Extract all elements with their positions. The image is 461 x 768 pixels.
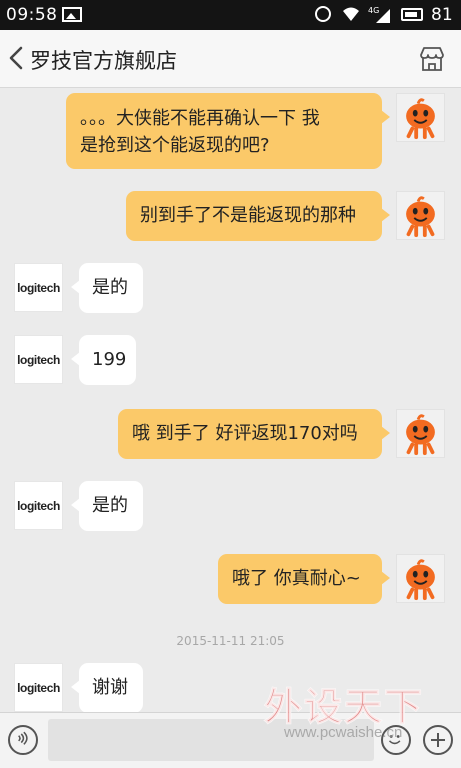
my-avatar[interactable] <box>396 409 445 458</box>
input-bar <box>0 712 461 768</box>
logitech-logo: logitech <box>17 498 60 513</box>
network-type: 4G <box>368 6 379 15</box>
message-text: 哦 到手了 好评返现170对吗 <box>132 423 358 444</box>
shop-avatar[interactable]: logitech <box>14 481 63 530</box>
battery-icon <box>401 8 423 21</box>
store-icon[interactable] <box>418 45 446 73</box>
signal-icon: 4G <box>368 6 390 23</box>
my-avatar[interactable] <box>396 93 445 142</box>
message-text: 。。。大侠能不能再确认一下 我 <box>80 108 320 129</box>
my-avatar[interactable] <box>396 191 445 240</box>
wifi-icon <box>343 7 359 21</box>
clock: 09:58 <box>6 5 58 25</box>
logitech-logo: logitech <box>17 280 60 295</box>
message-bubble[interactable]: 谢谢 <box>71 663 143 713</box>
message-bubble[interactable]: 。。。大侠能不能再确认一下 我 是抢到这个能返现的吧? <box>66 93 390 169</box>
message-timestamp: 2015-11-11 21:05 <box>176 634 285 648</box>
alarm-icon <box>315 6 331 22</box>
shop-avatar[interactable]: logitech <box>14 663 63 712</box>
message-text: 谢谢 <box>92 677 128 698</box>
voice-input-icon[interactable] <box>8 725 38 755</box>
message-text: 是的 <box>92 495 128 516</box>
message-text: 哦了 你真耐心~ <box>232 568 361 589</box>
message-bubble[interactable]: 是的 <box>71 263 143 313</box>
plus-icon[interactable] <box>423 725 453 755</box>
message-input[interactable] <box>48 719 374 761</box>
message-bubble[interactable]: 199 <box>71 335 136 385</box>
gallery-icon <box>62 7 82 22</box>
back-arrow-icon[interactable] <box>4 43 30 73</box>
emoji-icon[interactable] <box>381 725 411 755</box>
chat-header: 罗技官方旗舰店 <box>0 30 461 88</box>
my-avatar[interactable] <box>396 554 445 603</box>
logitech-logo: logitech <box>17 352 60 367</box>
status-bar: 09:58 4G 81 <box>0 0 461 30</box>
battery-level: 81 <box>431 5 453 25</box>
message-bubble[interactable]: 是的 <box>71 481 143 531</box>
message-text: 199 <box>92 349 127 370</box>
message-bubble[interactable]: 别到手了不是能返现的那种 <box>126 191 390 241</box>
message-text: 是抢到这个能返现的吧? <box>80 135 270 156</box>
page-title: 罗技官方旗舰店 <box>30 49 177 73</box>
logitech-logo: logitech <box>17 680 60 695</box>
message-bubble[interactable]: 哦 到手了 好评返现170对吗 <box>118 409 390 459</box>
message-text: 是的 <box>92 277 128 298</box>
shop-avatar[interactable]: logitech <box>14 263 63 312</box>
shop-avatar[interactable]: logitech <box>14 335 63 384</box>
message-text: 别到手了不是能返现的那种 <box>140 205 356 226</box>
message-bubble[interactable]: 哦了 你真耐心~ <box>218 554 390 604</box>
